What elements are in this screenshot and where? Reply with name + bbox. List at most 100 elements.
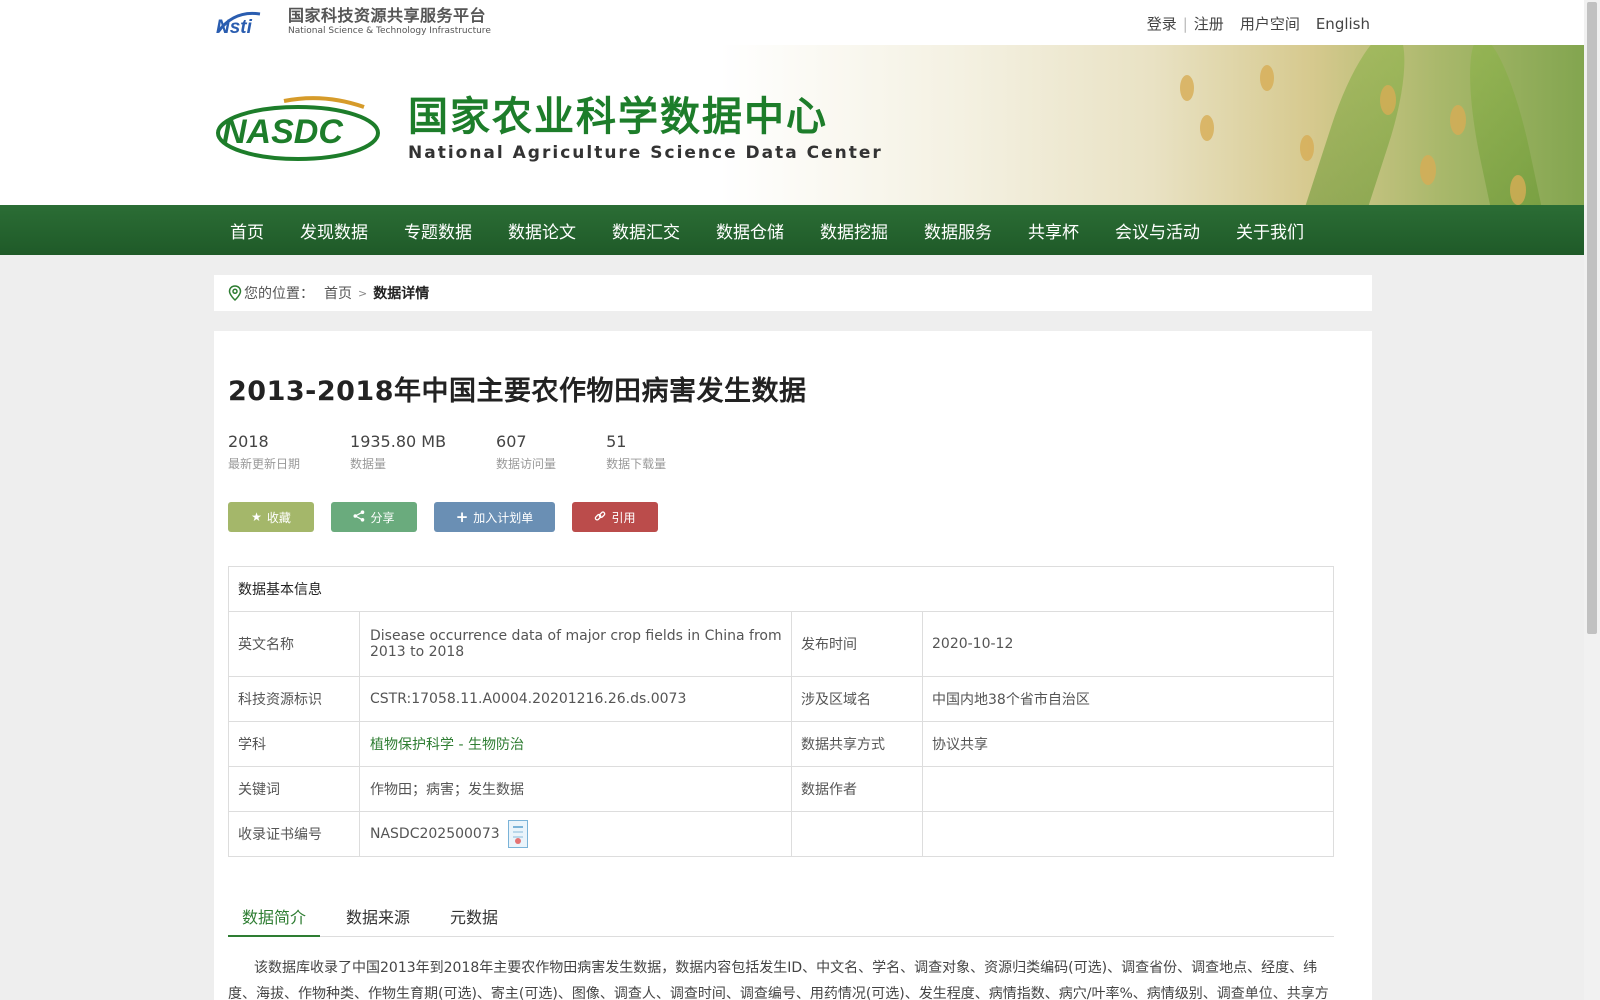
- banner-grain-decoration: [1420, 155, 1436, 185]
- nav-item-data-mining[interactable]: 数据挖掘: [802, 218, 906, 243]
- favorite-label: 收藏: [266, 510, 291, 525]
- page-scrollbar[interactable]: [1584, 0, 1600, 1000]
- stat-value: 2018: [228, 432, 269, 451]
- table-header: 数据基本信息: [228, 566, 1334, 612]
- platform-name-en: National Science & Technology Infrastruc…: [288, 26, 491, 36]
- nav-item-data-repository[interactable]: 数据仓储: [698, 218, 802, 243]
- stat-label: 数据访问量: [496, 457, 557, 471]
- dataset-stats: 2018 最新更新日期 1935.80 MB 数据量 607 数据访问量 51 …: [228, 432, 1358, 472]
- breadcrumb-home[interactable]: 首页: [324, 283, 352, 303]
- top-bar: Nsti 国家科技资源共享服务平台 National Science & Tec…: [0, 0, 1600, 45]
- link-icon: [594, 510, 606, 525]
- banner-grain-decoration: [1300, 135, 1314, 161]
- star-icon: ★: [251, 510, 262, 524]
- stat-visits: 607 数据访问量: [496, 432, 556, 472]
- dataset-title: 2013-2018年中国主要农作物田病害发生数据: [228, 376, 807, 407]
- nav-item-data-papers[interactable]: 数据论文: [490, 218, 594, 243]
- chevron-right-icon: >: [358, 286, 368, 300]
- basic-info-table: 数据基本信息 英文名称 Disease occurrence data of m…: [228, 566, 1334, 857]
- banner-grain-decoration: [1510, 175, 1526, 205]
- publish-date-label: 发布时间: [791, 611, 923, 677]
- svg-text:Nsti: Nsti: [216, 17, 253, 36]
- favorite-button[interactable]: ★ 收藏: [228, 502, 314, 532]
- nav-item-topic-data[interactable]: 专题数据: [386, 218, 490, 243]
- top-links: 登录 | 注册 用户空间 English: [1147, 13, 1370, 34]
- site-banner: NASDC 国家农业科学数据中心 National Agriculture Sc…: [0, 45, 1600, 205]
- location-pin-icon: [228, 285, 242, 301]
- region-label: 涉及区域名: [791, 676, 923, 722]
- banner-grain-decoration: [1180, 75, 1194, 101]
- cstr-label: 科技资源标识: [228, 676, 360, 722]
- nav-item-meetings[interactable]: 会议与活动: [1097, 218, 1218, 243]
- share-button[interactable]: 分享: [331, 502, 417, 532]
- empty-cell: [791, 811, 923, 857]
- subject-link[interactable]: 植物保护科学 - 生物防治: [370, 737, 524, 753]
- region-value: 中国内地38个省市自治区: [922, 676, 1334, 722]
- data-description: 该数据库收录了中国2013年到2018年主要农作物田病害发生数据，数据内容包括发…: [228, 960, 1329, 1000]
- table-row: 英文名称 Disease occurrence data of major cr…: [228, 611, 1334, 677]
- divider: |: [1182, 14, 1188, 33]
- nasdc-logo-icon: NASDC: [216, 96, 380, 161]
- banner-grain-decoration: [1200, 115, 1214, 141]
- tab-data-intro[interactable]: 数据简介: [228, 907, 321, 937]
- cite-button[interactable]: 引用: [572, 502, 658, 532]
- subject-label: 学科: [228, 721, 360, 767]
- share-label: 分享: [370, 510, 395, 525]
- stat-last-update: 2018 最新更新日期: [228, 432, 300, 472]
- cert-number: NASDC202500073: [370, 826, 500, 842]
- main-nav: 首页 发现数据 专题数据 数据论文 数据汇交 数据仓储 数据挖掘 数据服务 共享…: [0, 205, 1600, 255]
- stat-label: 最新更新日期: [228, 457, 301, 471]
- stat-value: 607: [496, 432, 527, 451]
- tab-metadata[interactable]: 元数据: [436, 907, 512, 937]
- table-row: 学科 植物保护科学 - 生物防治 数据共享方式 协议共享: [228, 721, 1334, 767]
- add-to-plan-button[interactable]: + 加入计划单: [434, 502, 555, 532]
- tab-data-source[interactable]: 数据来源: [332, 907, 424, 937]
- nasdc-logo[interactable]: NASDC: [214, 95, 386, 167]
- banner-grain-decoration: [1260, 65, 1274, 91]
- stat-label: 数据下载量: [606, 457, 667, 471]
- nsti-logo[interactable]: Nsti 国家科技资源共享服务平台 National Science & Tec…: [214, 6, 491, 37]
- nav-item-about-us[interactable]: 关于我们: [1218, 218, 1322, 243]
- keywords-value: 作物田；病害；发生数据: [359, 766, 792, 812]
- banner-leaf-decoration: [1297, 45, 1423, 205]
- login-link[interactable]: 登录: [1147, 13, 1177, 34]
- empty-cell: [922, 811, 1334, 857]
- table-row: 科技资源标识 CSTR:17058.11.A0004.20201216.26.d…: [228, 676, 1334, 722]
- breadcrumb-prefix: 您的位置：: [244, 286, 314, 302]
- table-row: 收录证书编号 NASDC202500073: [228, 811, 1334, 857]
- nav-item-data-submission[interactable]: 数据汇交: [594, 218, 698, 243]
- cite-label: 引用: [611, 510, 636, 525]
- table-row: 关键词 作物田；病害；发生数据 数据作者: [228, 766, 1334, 812]
- cstr-value: CSTR:17058.11.A0004.20201216.26.ds.0073: [359, 676, 792, 722]
- nav-item-share-cup[interactable]: 共享杯: [1010, 218, 1097, 243]
- certificate-icon[interactable]: [507, 820, 528, 848]
- stat-value: 51: [606, 432, 627, 451]
- detail-tabs: 数据简介 数据来源 元数据: [228, 907, 1334, 937]
- nav-item-discover-data[interactable]: 发现数据: [282, 218, 386, 243]
- breadcrumb: 您的位置： 首页 > 数据详情: [214, 275, 1372, 311]
- banner-grain-decoration: [1450, 105, 1466, 135]
- share-icon: [353, 509, 365, 525]
- svg-text:NASDC: NASDC: [222, 113, 343, 151]
- share-mode-label: 数据共享方式: [791, 721, 923, 767]
- user-space-link[interactable]: 用户空间: [1240, 13, 1300, 34]
- nav-item-home[interactable]: 首页: [214, 218, 282, 243]
- banner-grain-decoration: [1380, 85, 1396, 115]
- en-name-label: 英文名称: [228, 611, 360, 677]
- plus-icon: +: [455, 508, 469, 526]
- site-title-en: National Agriculture Science Data Center: [408, 143, 883, 163]
- english-link[interactable]: English: [1316, 15, 1370, 33]
- stat-value: 1935.80 MB: [350, 432, 447, 451]
- site-title-cn: 国家农业科学数据中心: [408, 94, 828, 140]
- nsti-logo-icon: Nsti: [214, 8, 280, 36]
- platform-name-cn: 国家科技资源共享服务平台: [288, 6, 487, 25]
- scrollbar-thumb[interactable]: [1587, 2, 1597, 634]
- nav-item-data-service[interactable]: 数据服务: [906, 218, 1010, 243]
- register-link[interactable]: 注册: [1194, 13, 1224, 34]
- stat-downloads: 51 数据下载量: [606, 432, 666, 472]
- dataset-detail-card: 2013-2018年中国主要农作物田病害发生数据 2018 最新更新日期 193…: [214, 331, 1372, 1000]
- publish-date-value: 2020-10-12: [922, 611, 1334, 677]
- share-mode-value: 协议共享: [922, 721, 1334, 767]
- author-label: 数据作者: [791, 766, 923, 812]
- stat-data-size: 1935.80 MB 数据量: [350, 432, 446, 472]
